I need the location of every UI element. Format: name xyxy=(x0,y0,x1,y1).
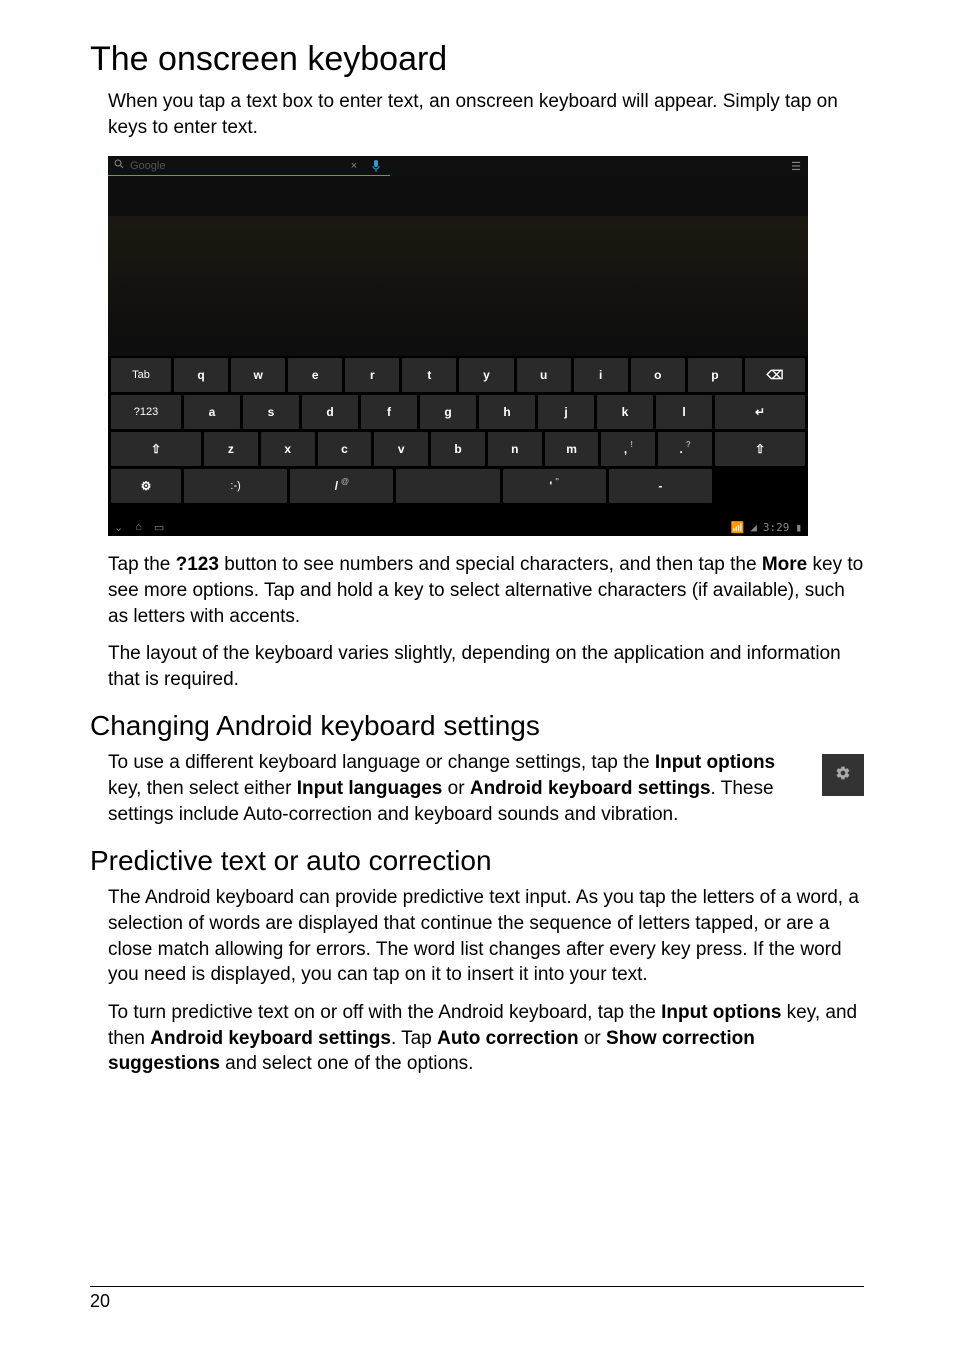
clear-icon[interactable]: × xyxy=(346,158,362,174)
gear-icon xyxy=(835,765,851,786)
android-navbar: ⌄ ⌂ ▭ 📶 ◢ 3:29 ▮ xyxy=(108,518,808,536)
key-h[interactable]: h xyxy=(479,395,535,429)
search-icon xyxy=(114,159,124,172)
key-space[interactable] xyxy=(396,469,499,503)
layout-paragraph: The layout of the keyboard varies slight… xyxy=(90,641,864,692)
key-w[interactable]: w xyxy=(231,358,285,392)
key-symbols[interactable]: ?123 xyxy=(111,395,181,429)
key-apostrophe[interactable]: '" xyxy=(503,469,606,503)
wifi-icon: 📶 xyxy=(731,521,745,534)
key-m[interactable]: m xyxy=(545,432,599,466)
key-t[interactable]: t xyxy=(402,358,456,392)
changing-paragraph: To use a different keyboard language or … xyxy=(90,750,810,827)
key-u[interactable]: u xyxy=(517,358,571,392)
key-p[interactable]: p xyxy=(688,358,742,392)
page-number: 20 xyxy=(90,1291,110,1311)
key-l[interactable]: l xyxy=(656,395,712,429)
key-e[interactable]: e xyxy=(288,358,342,392)
key-tab[interactable]: Tab xyxy=(111,358,171,392)
key-k[interactable]: k xyxy=(597,395,653,429)
key-f[interactable]: f xyxy=(361,395,417,429)
key-settings-gear[interactable]: ⚙ xyxy=(111,469,181,503)
settings-key-badge xyxy=(822,754,864,796)
search-placeholder: Google xyxy=(130,160,340,172)
key-smiley[interactable]: :-) xyxy=(184,469,287,503)
key-backspace[interactable]: ⌫ xyxy=(745,358,805,392)
heading-onscreen-keyboard: The onscreen keyboard xyxy=(90,40,864,79)
key-a[interactable]: a xyxy=(184,395,240,429)
mic-icon[interactable] xyxy=(368,158,384,174)
collapse-icon[interactable]: ⌄ xyxy=(114,521,123,534)
key-slash[interactable]: /@ xyxy=(290,469,393,503)
key-s[interactable]: s xyxy=(243,395,299,429)
key-o[interactable]: o xyxy=(631,358,685,392)
predictive-paragraph-2: To turn predictive text on or off with t… xyxy=(90,1000,864,1077)
tap-123-paragraph: Tap the ?123 button to see numbers and s… xyxy=(90,552,864,629)
signal-icon: ◢ xyxy=(750,521,757,534)
key-period[interactable]: .? xyxy=(658,432,712,466)
key-comma[interactable]: ,! xyxy=(601,432,655,466)
predictive-paragraph-1: The Android keyboard can provide predict… xyxy=(90,885,864,988)
menu-icon[interactable]: ☰ xyxy=(788,158,804,174)
search-bar[interactable]: Google × xyxy=(108,157,390,176)
battery-icon: ▮ xyxy=(795,521,802,534)
key-z[interactable]: z xyxy=(204,432,258,466)
home-icon[interactable]: ⌂ xyxy=(135,521,142,533)
key-d[interactable]: d xyxy=(302,395,358,429)
key-r[interactable]: r xyxy=(345,358,399,392)
background-image xyxy=(108,216,808,346)
keyboard-screenshot: Google × ☰ Tab q w e r t y xyxy=(108,156,808,536)
heading-predictive: Predictive text or auto correction xyxy=(90,845,864,877)
onscreen-keyboard: Tab q w e r t y u i o p ⌫ ?123 a s xyxy=(108,356,808,518)
key-shift-right[interactable]: ⇧ xyxy=(715,432,805,466)
key-x[interactable]: x xyxy=(261,432,315,466)
clock-time: 3:29 xyxy=(763,521,790,534)
key-dash[interactable]: - xyxy=(609,469,712,503)
key-g[interactable]: g xyxy=(420,395,476,429)
page-footer: 20 xyxy=(90,1286,864,1312)
key-y[interactable]: y xyxy=(459,358,513,392)
intro-paragraph: When you tap a text box to enter text, a… xyxy=(90,89,864,140)
key-v[interactable]: v xyxy=(374,432,428,466)
key-blank xyxy=(715,469,805,503)
heading-changing-settings: Changing Android keyboard settings xyxy=(90,710,864,742)
key-c[interactable]: c xyxy=(318,432,372,466)
key-q[interactable]: q xyxy=(174,358,228,392)
key-i[interactable]: i xyxy=(574,358,628,392)
recent-apps-icon[interactable]: ▭ xyxy=(154,521,164,534)
key-enter[interactable]: ↵ xyxy=(715,395,805,429)
key-shift-left[interactable]: ⇧ xyxy=(111,432,201,466)
key-b[interactable]: b xyxy=(431,432,485,466)
key-n[interactable]: n xyxy=(488,432,542,466)
key-j[interactable]: j xyxy=(538,395,594,429)
